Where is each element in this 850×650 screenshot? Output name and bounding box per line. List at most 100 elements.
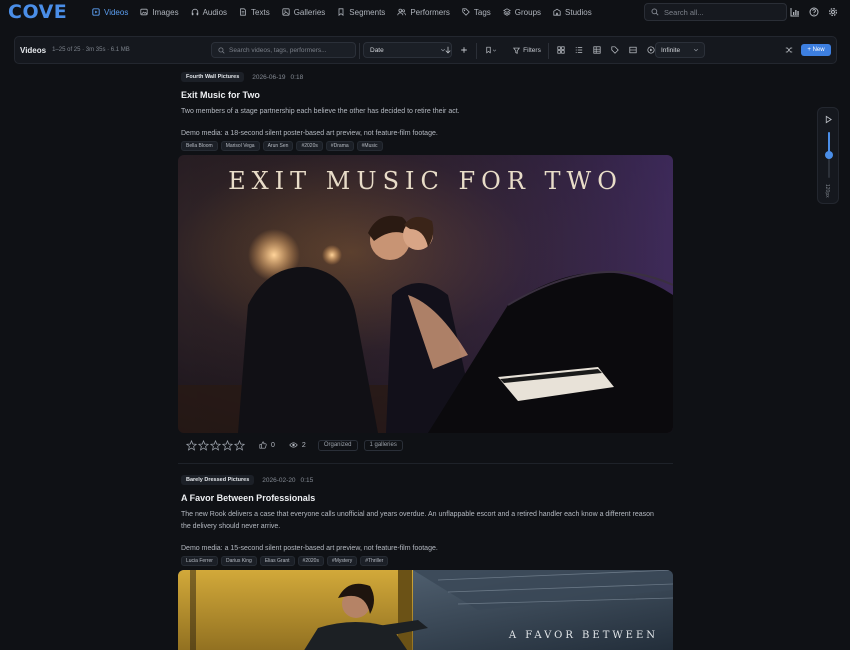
nav-item-images[interactable]: Images bbox=[134, 2, 184, 22]
organized-toggle[interactable]: Organized bbox=[317, 439, 358, 451]
performer-chip[interactable]: Darius King bbox=[220, 556, 257, 566]
view-table-button[interactable] bbox=[593, 46, 601, 54]
chevron-down-icon bbox=[693, 48, 699, 52]
nav-item-performers[interactable]: Performers bbox=[391, 2, 456, 22]
divider bbox=[359, 43, 360, 59]
video-feed: Fourth Wall Pictures 2026-06-19 0:18 Exi… bbox=[178, 70, 673, 650]
stats-button[interactable] bbox=[789, 6, 801, 18]
eye-icon bbox=[289, 442, 298, 448]
video-icon bbox=[92, 8, 100, 16]
app-logo[interactable]: COVE bbox=[8, 1, 70, 23]
poster-title-text: EXIT MUSIC FOR TWO bbox=[228, 167, 623, 195]
tag-chip[interactable]: #Drama bbox=[325, 141, 354, 151]
page-title: Videos bbox=[20, 45, 47, 55]
arrow-down-icon bbox=[445, 46, 451, 54]
view-grid-button[interactable] bbox=[557, 46, 565, 54]
help-icon bbox=[809, 7, 819, 17]
performer-chip[interactable]: Marisol Vega bbox=[220, 141, 260, 151]
performer-chip[interactable]: Lucia Ferrer bbox=[181, 556, 218, 566]
sort-select[interactable]: Date bbox=[363, 42, 452, 58]
filters-button[interactable]: Filters bbox=[509, 42, 545, 58]
filter-icon bbox=[513, 47, 521, 54]
video-search-input[interactable] bbox=[229, 46, 349, 54]
autoplay-button[interactable] bbox=[824, 115, 833, 124]
divider bbox=[476, 43, 477, 59]
play-circle-icon bbox=[647, 46, 655, 54]
rating-stars[interactable] bbox=[186, 439, 245, 451]
galleries-link[interactable]: 1 galleries bbox=[363, 439, 403, 451]
view-mode-group bbox=[552, 42, 660, 58]
release-date: 2026-02-20 bbox=[262, 476, 296, 484]
star-icon bbox=[198, 439, 209, 451]
performer-chip[interactable]: Arun Sen bbox=[262, 141, 294, 151]
video-search bbox=[211, 42, 356, 58]
users-icon bbox=[397, 8, 407, 16]
saved-filters-button[interactable] bbox=[482, 44, 500, 56]
chevron-down-icon bbox=[492, 49, 497, 52]
view-feed-button[interactable] bbox=[647, 46, 655, 54]
poster-title-text: A FAVOR BETWEEN bbox=[508, 630, 658, 641]
nav-item-segments[interactable]: Segments bbox=[331, 2, 391, 22]
new-video-button[interactable]: + New bbox=[801, 44, 831, 56]
add-sort-button[interactable] bbox=[458, 44, 470, 56]
global-search bbox=[644, 3, 787, 21]
headphones-icon bbox=[191, 8, 198, 16]
nav-item-galleries[interactable]: Galleries bbox=[276, 2, 332, 22]
view-tagger-button[interactable] bbox=[611, 46, 619, 54]
view-wall-button[interactable] bbox=[629, 46, 637, 54]
tag-chip[interactable]: #Mystery bbox=[326, 556, 358, 566]
shuffle-icon bbox=[785, 47, 793, 53]
studio-badge[interactable]: Barely Dressed Pictures bbox=[181, 475, 255, 485]
tag-chip[interactable]: #2020s bbox=[296, 141, 323, 151]
tag-chip[interactable]: #Music bbox=[356, 141, 383, 151]
sort-direction-button[interactable] bbox=[442, 44, 454, 56]
search-icon bbox=[218, 46, 225, 54]
nav-item-audios[interactable]: Audios bbox=[185, 2, 233, 22]
performer-chip[interactable]: Bella Bloom bbox=[181, 141, 218, 151]
zoom-rail: 120px bbox=[817, 107, 839, 204]
help-button[interactable] bbox=[808, 6, 820, 18]
document-icon bbox=[240, 8, 246, 16]
star-icon bbox=[234, 439, 245, 451]
tag-chip[interactable]: #Thriller bbox=[360, 556, 389, 566]
search-icon bbox=[651, 8, 659, 16]
nav-item-videos[interactable]: Videos bbox=[86, 2, 134, 22]
studio-badge[interactable]: Fourth Wall Pictures bbox=[181, 72, 245, 82]
zoom-slider-handle[interactable] bbox=[825, 151, 833, 159]
view-list-button[interactable] bbox=[575, 46, 583, 54]
nav-item-groups[interactable]: Groups bbox=[497, 2, 547, 22]
star-icon bbox=[222, 439, 233, 451]
nav-item-texts[interactable]: Texts bbox=[233, 2, 276, 22]
video-poster[interactable]: A FAVOR BETWEEN bbox=[178, 570, 673, 650]
tag-icon bbox=[611, 46, 619, 54]
star-icon bbox=[186, 439, 197, 451]
shuffle-button[interactable] bbox=[783, 44, 795, 56]
nav-item-tags[interactable]: Tags bbox=[456, 2, 497, 22]
play-icon bbox=[825, 115, 832, 124]
tag-chip[interactable]: #2020s bbox=[297, 556, 324, 566]
demo-note: Demo media: a 18-second silent poster-ba… bbox=[181, 130, 438, 137]
global-search-input[interactable] bbox=[664, 7, 774, 17]
wall-icon bbox=[629, 46, 637, 54]
nav-items: Videos Images Audios Texts Galleries Seg… bbox=[86, 2, 598, 22]
zoom-label: 120px bbox=[824, 184, 830, 198]
video-title[interactable]: A Favor Between Professionals bbox=[181, 493, 673, 503]
video-title[interactable]: Exit Music for Two bbox=[181, 90, 673, 100]
plus-icon bbox=[461, 47, 467, 53]
release-date: 2026-06-19 bbox=[252, 73, 286, 81]
settings-button[interactable] bbox=[827, 6, 839, 18]
chip-list: Lucia Ferrer Darius King Elias Grant #20… bbox=[181, 556, 673, 566]
card-divider bbox=[178, 463, 673, 464]
view-count: 2 bbox=[289, 441, 306, 449]
divider bbox=[548, 43, 549, 59]
bar-chart-icon bbox=[790, 8, 799, 17]
nav-item-studios[interactable]: Studios bbox=[547, 2, 598, 22]
like-button[interactable]: 0 bbox=[259, 441, 275, 449]
performer-chip[interactable]: Elias Grant bbox=[259, 556, 295, 566]
video-description: Two members of a stage partnership each … bbox=[181, 108, 460, 115]
card-footer: 0 2 Organized 1 galleries bbox=[178, 433, 673, 457]
paging-mode-select[interactable]: Infinite bbox=[655, 42, 705, 58]
table-icon bbox=[593, 46, 601, 54]
video-poster[interactable]: EXIT MUSIC FOR TWO bbox=[178, 155, 673, 433]
poster-artwork: A FAVOR BETWEEN bbox=[178, 570, 673, 650]
